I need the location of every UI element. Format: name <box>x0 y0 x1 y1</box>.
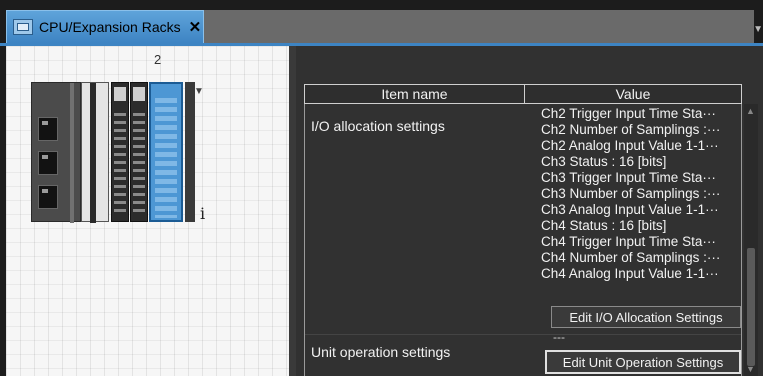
io-allocation-values: Ch2 Trigger Input Time Sta··· Ch2 Number… <box>541 106 741 282</box>
scrollbar-thumb[interactable] <box>747 248 755 366</box>
list-item: Ch3 Number of Samplings :··· <box>541 186 721 201</box>
grid-header: Item name Value <box>304 84 742 104</box>
unit-cap <box>114 87 126 101</box>
list-item: Ch2 Trigger Input Time Sta··· <box>541 106 716 121</box>
row-label-unit-operation: Unit operation settings <box>311 344 451 360</box>
cpu-unit[interactable] <box>31 82 81 223</box>
settings-grid: I/O allocation settings Ch2 Trigger Inpu… <box>304 104 742 376</box>
slot-io-unit[interactable] <box>111 82 129 222</box>
tab-cpu-expansion-racks[interactable]: CPU/Expansion Racks ✕ <box>6 10 204 43</box>
cpu-stripe <box>70 83 74 223</box>
edit-unit-operation-button[interactable]: Edit Unit Operation Settings <box>545 350 741 374</box>
rack-view-panel: 2 ▼ i <box>6 46 289 376</box>
tab-strip-empty <box>204 10 754 43</box>
list-item: Ch3 Status : 16 [bits] <box>541 154 667 169</box>
column-header-value[interactable]: Value <box>525 85 741 103</box>
rack-icon <box>13 19 33 35</box>
vertical-scrollbar[interactable]: ▲ ▼ <box>744 104 758 376</box>
list-item: Ch4 Status : 16 [bits] <box>541 218 667 233</box>
scroll-up-icon[interactable]: ▲ <box>746 106 755 116</box>
empty-value-dash: --- <box>553 330 565 344</box>
end-cover <box>185 82 195 222</box>
close-icon[interactable]: ✕ <box>189 18 202 36</box>
list-item: Ch2 Analog Input Value 1-1··· <box>541 138 719 153</box>
power-unit-bar <box>90 83 96 223</box>
list-item: Ch4 Trigger Input Time Sta··· <box>541 234 716 249</box>
list-item: Ch4 Number of Samplings :··· <box>541 250 721 265</box>
row-divider <box>305 334 741 335</box>
unit-settings-panel: Item name Value I/O allocation settings … <box>296 46 763 376</box>
scroll-down-icon[interactable]: ▼ <box>746 364 755 374</box>
terminal-block <box>155 98 177 218</box>
list-item: Ch3 Analog Input Value 1-1··· <box>541 202 719 217</box>
tab-label: CPU/Expansion Racks <box>39 19 181 35</box>
column-header-item-name[interactable]: Item name <box>305 85 525 103</box>
rack-diagram <box>31 82 195 224</box>
unit-cap <box>133 87 145 101</box>
list-item: Ch3 Trigger Input Time Sta··· <box>541 170 716 185</box>
list-item: Ch2 Number of Samplings :··· <box>541 122 721 137</box>
slot-number-label: 2 <box>154 52 162 67</box>
editor-tab-bar: CPU/Expansion Racks ✕ ▼ <box>0 0 763 46</box>
terminal-block <box>133 113 145 213</box>
slot-io-unit[interactable] <box>130 82 148 222</box>
ethernet-port-icon <box>38 117 58 141</box>
selected-io-unit[interactable] <box>149 82 183 222</box>
terminal-block <box>114 113 126 213</box>
power-unit[interactable] <box>81 82 109 223</box>
row-label-io-allocation: I/O allocation settings <box>311 118 445 134</box>
ethernet-port-icon <box>38 185 58 209</box>
ethernet-port-icon <box>38 151 58 175</box>
chevron-down-icon[interactable]: ▼ <box>194 86 204 97</box>
chevron-down-icon[interactable]: ▼ <box>753 24 763 35</box>
info-icon[interactable]: i <box>200 204 205 223</box>
panel-splitter[interactable] <box>289 46 296 376</box>
list-item: Ch4 Analog Input Value 1-1··· <box>541 266 719 281</box>
edit-io-allocation-button[interactable]: Edit I/O Allocation Settings <box>551 306 741 328</box>
